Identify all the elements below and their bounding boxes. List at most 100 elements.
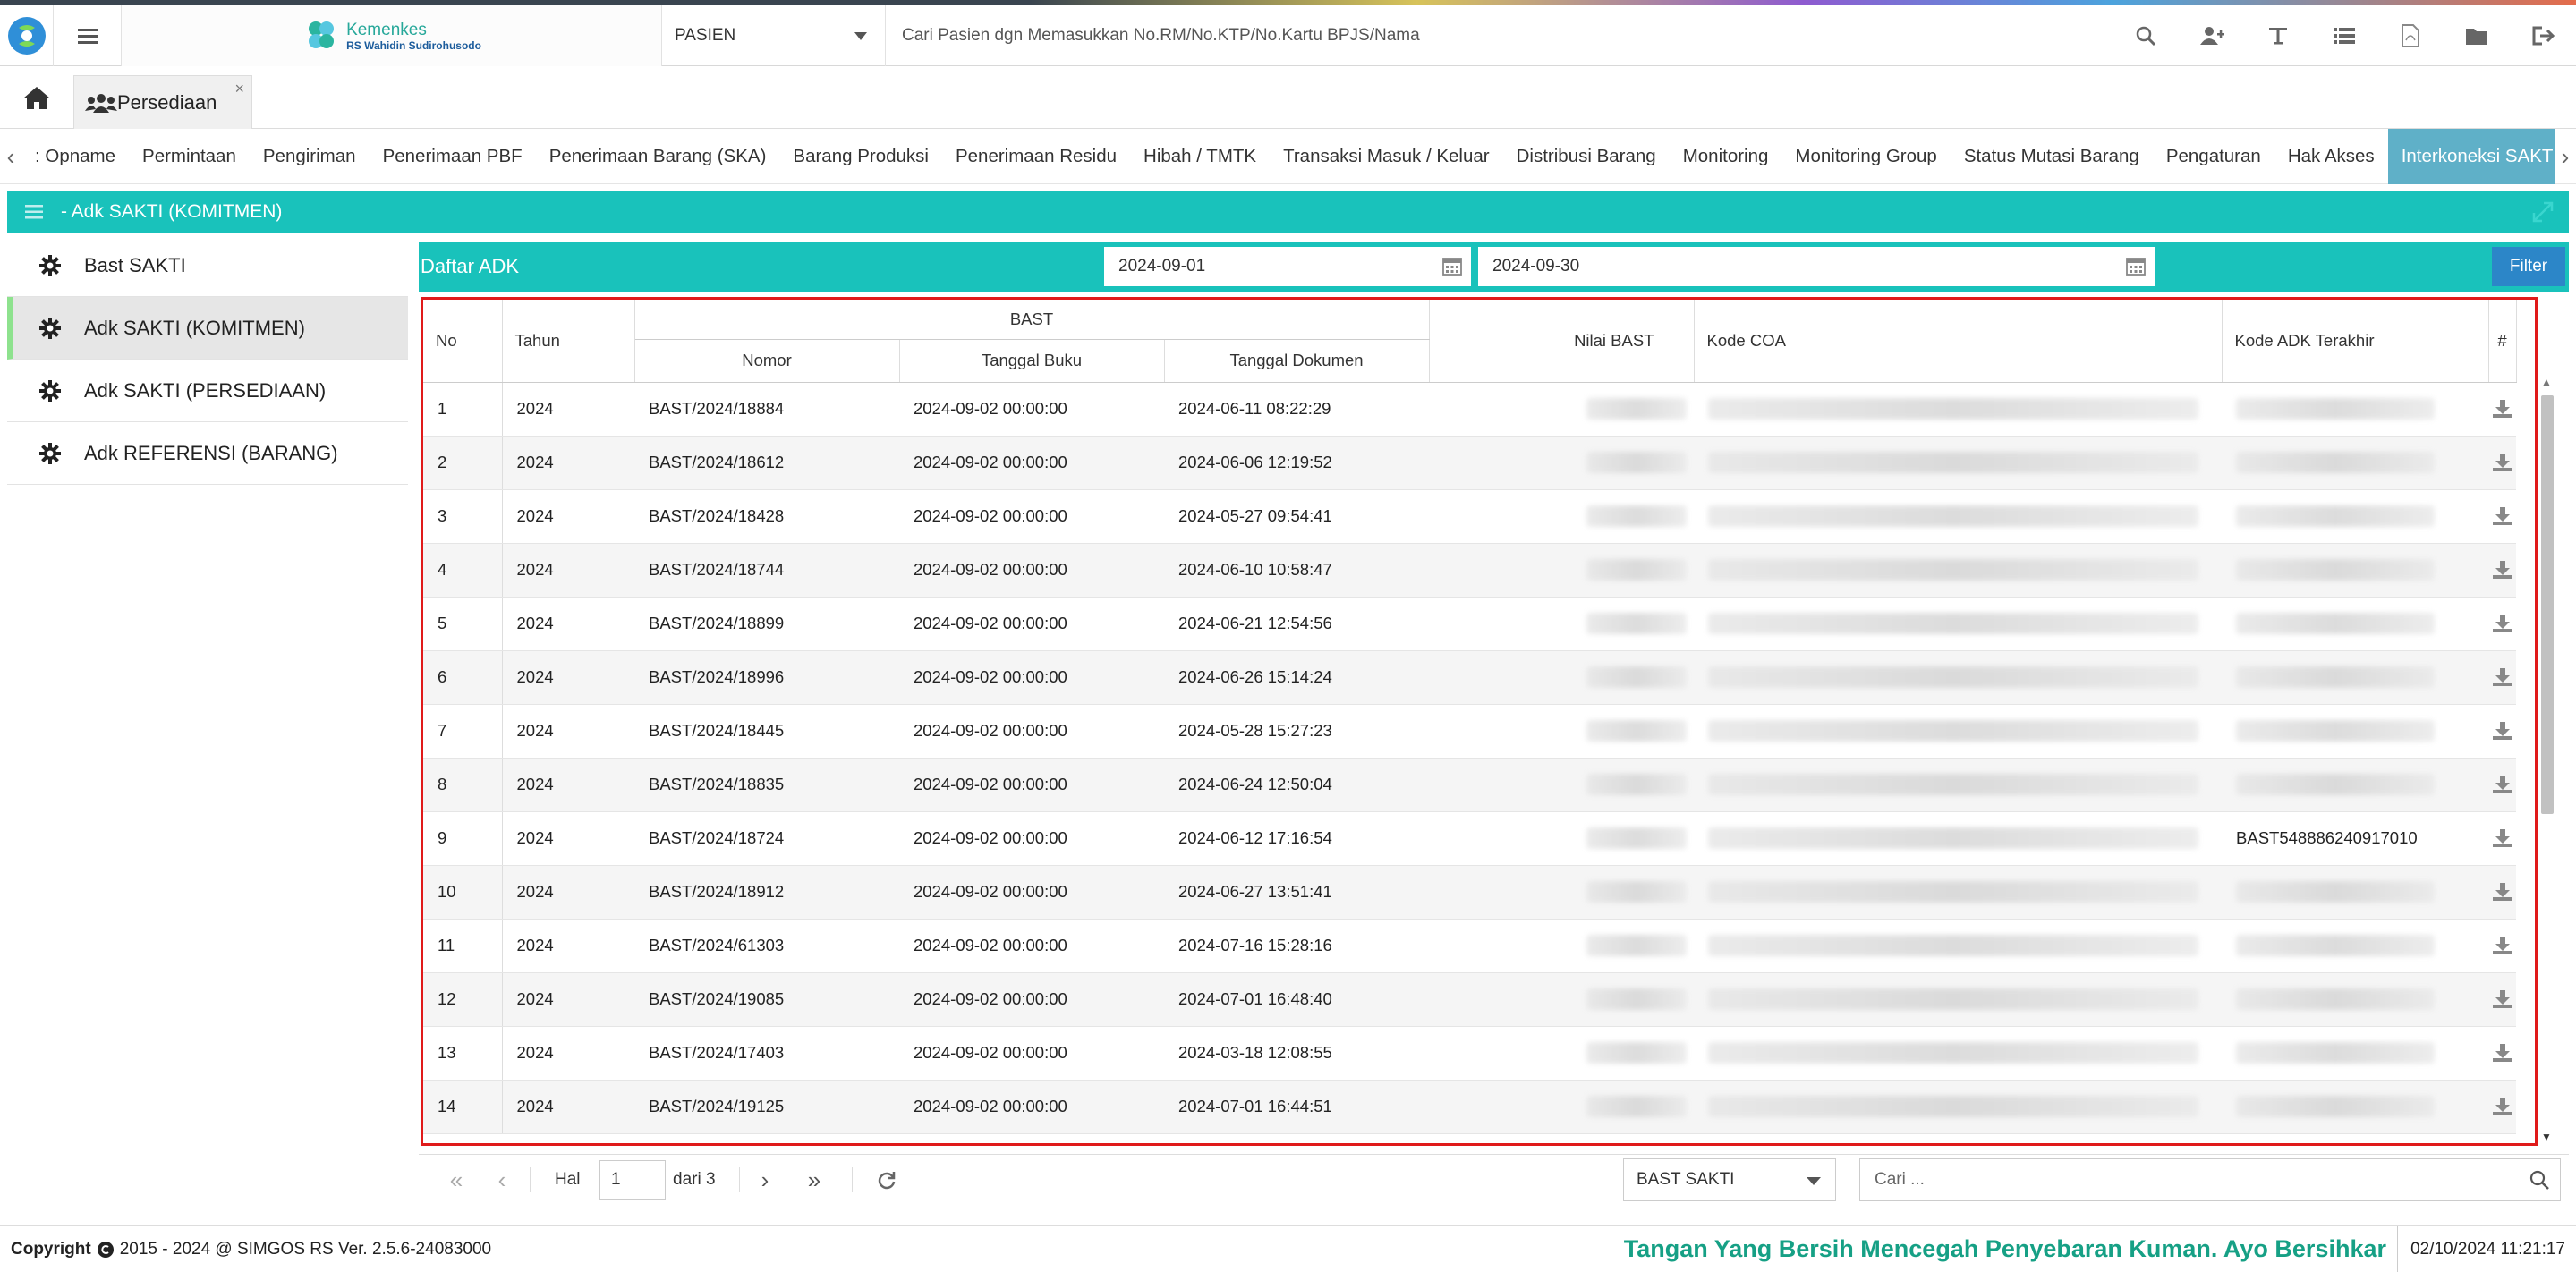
hamburger-menu-button[interactable] <box>54 5 122 66</box>
table-row[interactable]: 10 2024 BAST/2024/18912 2024-09-02 00:00:00… <box>423 865 2517 920</box>
cell-action[interactable] <box>2488 758 2517 812</box>
col-header-kode-coa[interactable]: Kode COA <box>1694 300 2223 383</box>
folder-button[interactable] <box>2444 5 2510 66</box>
chevron-right-icon[interactable]: › <box>2555 129 2576 184</box>
table-row[interactable]: 12 2024 BAST/2024/19085 2024-09-02 00:00:00… <box>423 972 2517 1027</box>
pdf-button[interactable] <box>2377 5 2444 66</box>
first-page-icon[interactable]: « <box>438 1155 474 1205</box>
menu-item[interactable]: Hak Akses <box>2274 129 2388 184</box>
download-button[interactable] <box>2488 667 2516 687</box>
sidebar-item[interactable]: Adk SAKTI (PERSEDIAAN) <box>7 360 408 422</box>
download-button[interactable] <box>2488 453 2516 472</box>
download-button[interactable] <box>2488 936 2516 955</box>
cell-action[interactable] <box>2488 543 2517 598</box>
menu-item[interactable]: Monitoring Group <box>1781 129 1950 184</box>
table-row[interactable]: 2 2024 BAST/2024/18612 2024-09-02 00:00:00 2… <box>423 436 2517 490</box>
search-type-select[interactable]: PASIEN <box>662 5 886 66</box>
table-row[interactable]: 7 2024 BAST/2024/18445 2024-09-02 00:00:00 2… <box>423 704 2517 759</box>
menu-item[interactable]: Interkoneksi SAKTI <box>2387 129 2555 184</box>
table-row[interactable]: 4 2024 BAST/2024/18744 2024-09-02 00:00:00 2… <box>423 543 2517 598</box>
menu-item[interactable]: Transaksi Masuk / Keluar <box>1270 129 1503 184</box>
table-row[interactable]: 13 2024 BAST/2024/17403 2024-09-02 00:00:00… <box>423 1026 2517 1081</box>
menu-item[interactable]: Pengiriman <box>250 129 370 184</box>
logout-button[interactable] <box>2510 5 2576 66</box>
cell-action[interactable] <box>2488 1080 2517 1134</box>
cell-action[interactable] <box>2488 919 2517 973</box>
cell-action[interactable] <box>2488 811 2517 866</box>
sidebar-item[interactable]: Adk REFERENSI (BARANG) <box>7 422 408 485</box>
table-search-input[interactable]: Cari ... <box>1859 1158 2561 1201</box>
menu-item[interactable]: Status Mutasi Barang <box>1951 129 2153 184</box>
menu-item[interactable]: Pengaturan <box>2153 129 2274 184</box>
text-button[interactable] <box>2245 5 2311 66</box>
cell-action[interactable] <box>2488 650 2517 705</box>
table-row[interactable]: 9 2024 BAST/2024/18724 2024-09-02 00:00:00 2… <box>423 811 2517 866</box>
scroll-thumb[interactable] <box>2541 395 2554 814</box>
panel-menu-button[interactable] <box>7 205 61 219</box>
download-button[interactable] <box>2488 775 2516 794</box>
search-icon[interactable] <box>2529 1170 2549 1190</box>
table-row[interactable]: 14 2024 BAST/2024/19125 2024-09-02 00:00:00… <box>423 1080 2517 1134</box>
table-scrollbar[interactable]: ▲ ▼ <box>2538 376 2555 1145</box>
download-button[interactable] <box>2488 989 2516 1009</box>
sidebar-item[interactable]: Adk SAKTI (KOMITMEN) <box>7 297 408 360</box>
menu-item[interactable]: Hibah / TMTK <box>1130 129 1270 184</box>
page-number-input[interactable]: 1 <box>599 1160 666 1200</box>
next-page-icon[interactable]: › <box>752 1155 778 1205</box>
simgos-logo[interactable] <box>0 5 54 66</box>
expand-button[interactable] <box>2531 200 2555 229</box>
menu-item[interactable]: Penerimaan Residu <box>942 129 1130 184</box>
date-from-input[interactable]: 2024-09-01 <box>1104 247 1471 286</box>
filter-button[interactable]: Filter <box>2492 247 2565 286</box>
table-row[interactable]: 5 2024 BAST/2024/18899 2024-09-02 00:00:00 2… <box>423 597 2517 651</box>
col-header-tahun[interactable]: Tahun <box>502 300 635 383</box>
home-tab[interactable] <box>0 66 73 129</box>
patient-search-input[interactable]: Cari Pasien dgn Memasukkan No.RM/No.KTP/… <box>886 5 2138 66</box>
col-header-tanggal-dokumen[interactable]: Tanggal Dokumen <box>1164 339 1430 383</box>
cell-action[interactable] <box>2488 865 2517 920</box>
refresh-button[interactable] <box>873 1155 900 1205</box>
tab-persediaan[interactable]: Persediaan × <box>73 75 252 129</box>
menu-item[interactable]: Barang Produksi <box>779 129 942 184</box>
col-header-nilai-bast[interactable]: Nilai BAST <box>1429 300 1695 383</box>
cell-action[interactable] <box>2488 704 2517 759</box>
cell-action[interactable] <box>2488 489 2517 544</box>
download-button[interactable] <box>2488 1097 2516 1116</box>
sidebar-item[interactable]: Bast SAKTI <box>7 234 408 297</box>
search-button[interactable] <box>2113 5 2179 66</box>
chevron-left-icon[interactable]: ‹ <box>0 129 21 184</box>
add-user-button[interactable] <box>2179 5 2245 66</box>
scroll-up-arrow-icon[interactable]: ▲ <box>2541 376 2552 388</box>
download-button[interactable] <box>2488 399 2516 419</box>
menu-item[interactable]: Distribusi Barang <box>1503 129 1670 184</box>
scroll-down-arrow-icon[interactable]: ▼ <box>2541 1131 2552 1143</box>
col-header-tanggal-buku[interactable]: Tanggal Buku <box>899 339 1165 383</box>
calendar-icon[interactable] <box>2126 256 2146 276</box>
table-row[interactable]: 11 2024 BAST/2024/61303 2024-09-02 00:00:00… <box>423 919 2517 973</box>
calendar-icon[interactable] <box>1442 256 1462 276</box>
menu-item[interactable]: Permintaan <box>129 129 250 184</box>
download-button[interactable] <box>2488 882 2516 902</box>
menu-item[interactable]: Monitoring <box>1670 129 1782 184</box>
menu-item[interactable]: Penerimaan PBF <box>370 129 536 184</box>
cell-action[interactable] <box>2488 436 2517 490</box>
table-row[interactable]: 6 2024 BAST/2024/18996 2024-09-02 00:00:00 2… <box>423 650 2517 705</box>
cell-action[interactable] <box>2488 1026 2517 1081</box>
cell-action[interactable] <box>2488 972 2517 1027</box>
download-button[interactable] <box>2488 506 2516 526</box>
download-button[interactable] <box>2488 1043 2516 1063</box>
date-to-input[interactable]: 2024-09-30 <box>1478 247 2155 286</box>
col-header-nomor[interactable]: Nomor <box>634 339 900 383</box>
list-button[interactable] <box>2311 5 2377 66</box>
menu-item[interactable]: : Opname <box>21 129 129 184</box>
close-icon[interactable]: × <box>234 80 244 98</box>
table-row[interactable]: 8 2024 BAST/2024/18835 2024-09-02 00:00:00 2… <box>423 758 2517 812</box>
last-page-icon[interactable]: » <box>796 1155 832 1205</box>
table-row[interactable]: 1 2024 BAST/2024/18884 2024-09-02 00:00:00 2… <box>423 382 2517 437</box>
data-type-select[interactable]: BAST SAKTI <box>1623 1158 1836 1201</box>
table-row[interactable]: 3 2024 BAST/2024/18428 2024-09-02 00:00:00 2… <box>423 489 2517 544</box>
prev-page-icon[interactable]: ‹ <box>489 1155 515 1205</box>
download-button[interactable] <box>2488 721 2516 741</box>
cell-action[interactable] <box>2488 382 2517 437</box>
download-button[interactable] <box>2488 828 2516 848</box>
